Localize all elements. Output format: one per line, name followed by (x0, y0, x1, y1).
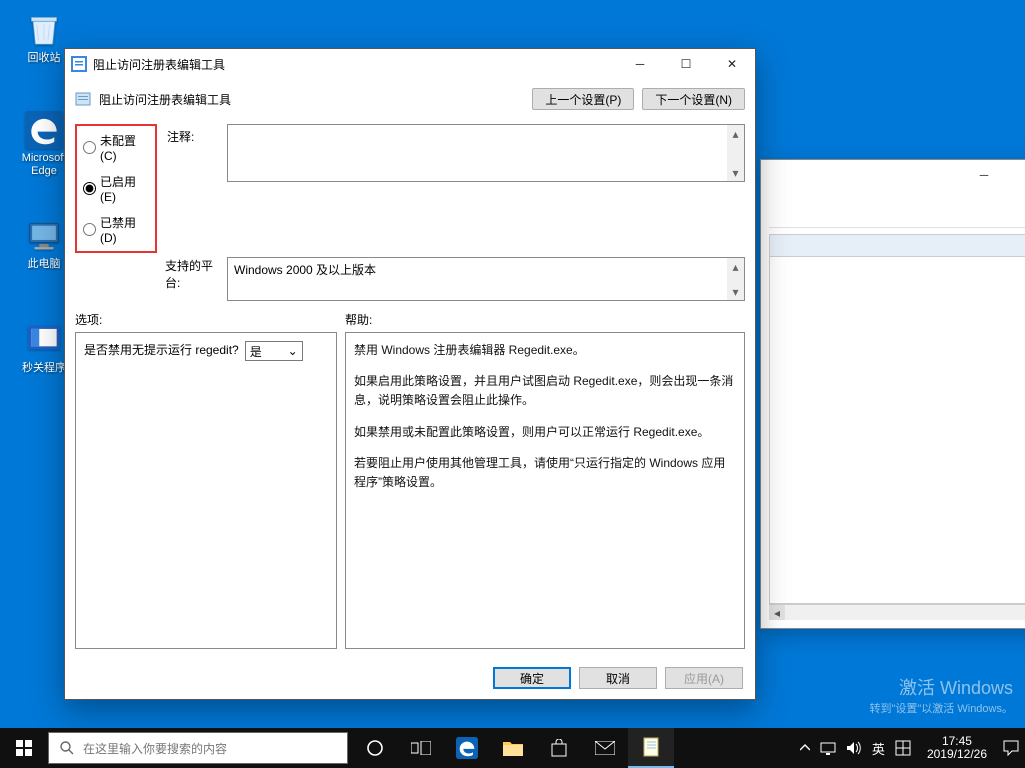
this-pc-icon (24, 216, 64, 256)
scroll-up-icon[interactable]: ▴ (727, 125, 744, 142)
tray-ime-indicator[interactable]: 英 (872, 739, 885, 758)
radio-disabled-input[interactable] (83, 223, 96, 236)
radio-label: 已禁用(D) (100, 214, 147, 245)
help-paragraph: 禁用 Windows 注册表编辑器 Regedit.exe。 (354, 341, 736, 360)
help-paragraph: 如果启用此策略设置，并且用户试图启动 Regedit.exe，则会出现一条消息，… (354, 372, 736, 410)
activation-watermark: 激活 Windows 转到"设置"以激活 Windows。 (870, 674, 1014, 716)
bg-maximize-button[interactable]: ☐ (1007, 160, 1025, 190)
tray-date: 2019/12/26 (927, 748, 987, 761)
ok-button[interactable]: 确定 (493, 667, 571, 689)
taskbar-apps (352, 728, 674, 768)
options-label: 选项: (75, 311, 345, 328)
search-placeholder: 在这里输入你要搜索的内容 (83, 740, 227, 757)
taskbar-notepad-button[interactable] (628, 728, 674, 768)
search-icon (59, 740, 75, 756)
cortana-button[interactable] (352, 728, 398, 768)
desktop-icon-label: 秒关程序 (22, 362, 66, 375)
dialog-sub-icon (75, 91, 91, 107)
desktop-icon-label: 回收站 (28, 52, 61, 65)
policy-dialog: 阻止访问注册表编辑工具 ─ ☐ ✕ 阻止访问注册表编辑工具 上一个设置(P) 下… (64, 48, 756, 700)
radio-not-configured[interactable]: 未配置(C) (83, 132, 147, 163)
dialog-button-row: 确定 取消 应用(A) (65, 657, 755, 699)
desktop-icon-label: 此电脑 (28, 258, 61, 271)
system-tray: 英 17:45 2019/12/26 (800, 728, 1025, 768)
option-select[interactable]: 是 ⌄ (245, 341, 303, 361)
option-question: 是否禁用无提示运行 regedit? (84, 341, 239, 358)
maximize-button[interactable]: ☐ (663, 49, 709, 79)
task-view-button[interactable] (398, 728, 444, 768)
option-select-value: 是 (250, 343, 262, 360)
radio-not-configured-input[interactable] (83, 141, 96, 154)
start-button[interactable] (0, 728, 48, 768)
dialog-title-icon (71, 56, 87, 72)
edge-icon (24, 110, 64, 150)
taskbar: 在这里输入你要搜索的内容 英 17:45 2019/12/26 (0, 728, 1025, 768)
chevron-down-icon: ⌄ (288, 344, 298, 358)
tray-clock[interactable]: 17:45 2019/12/26 (921, 735, 993, 761)
background-window: ─ ☐ ✕ ◂ ▸ (760, 159, 1025, 629)
bg-list-panel (769, 234, 1025, 604)
dialog-title: 阻止访问注册表编辑工具 (93, 56, 617, 73)
bg-list-header (770, 235, 1025, 257)
dialog-subtitle: 阻止访问注册表编辑工具 (99, 91, 524, 108)
platform-value: Windows 2000 及以上版本 (234, 263, 376, 277)
recycle-bin-icon (24, 10, 64, 50)
platform-textarea[interactable]: Windows 2000 及以上版本 ▴ ▾ (227, 257, 745, 301)
options-panel: 是否禁用无提示运行 regedit? 是 ⌄ (75, 332, 337, 649)
watermark-line1: 激活 Windows (870, 674, 1014, 700)
cancel-button[interactable]: 取消 (579, 667, 657, 689)
windows-icon (16, 740, 32, 756)
previous-setting-button[interactable]: 上一个设置(P) (532, 88, 634, 110)
taskbar-mail-button[interactable] (582, 728, 628, 768)
taskbar-store-button[interactable] (536, 728, 582, 768)
watermark-line2: 转到"设置"以激活 Windows。 (870, 700, 1014, 716)
scroll-up-icon[interactable]: ▴ (727, 258, 744, 275)
radio-enabled-input[interactable] (83, 182, 96, 195)
bg-horizontal-scrollbar[interactable]: ◂ ▸ (769, 604, 1025, 620)
comment-scrollbar[interactable]: ▴ ▾ (727, 125, 744, 181)
radio-label: 已启用(E) (100, 173, 147, 204)
scroll-down-icon[interactable]: ▾ (727, 283, 744, 300)
taskbar-edge-button[interactable] (444, 728, 490, 768)
comment-label: 注释: (167, 124, 217, 253)
help-label: 帮助: (345, 311, 372, 328)
radio-enabled[interactable]: 已启用(E) (83, 173, 147, 204)
tray-overflow-button[interactable] (800, 744, 810, 752)
scroll-left-icon[interactable]: ◂ (769, 605, 785, 620)
help-paragraph: 如果禁用或未配置此策略设置，则用户可以正常运行 Regedit.exe。 (354, 423, 736, 442)
dialog-titlebar: 阻止访问注册表编辑工具 ─ ☐ ✕ (65, 49, 755, 79)
shutdown-tool-icon (24, 320, 64, 360)
help-paragraph: 若要阻止用户使用其他管理工具，请使用“只运行指定的 Windows 应用程序”策… (354, 454, 736, 492)
next-setting-button[interactable]: 下一个设置(N) (642, 88, 745, 110)
bg-minimize-button[interactable]: ─ (961, 160, 1007, 190)
taskbar-search-input[interactable]: 在这里输入你要搜索的内容 (48, 732, 348, 764)
bg-toolbar (769, 198, 1025, 228)
help-panel: 禁用 Windows 注册表编辑器 Regedit.exe。 如果启用此策略设置… (345, 332, 745, 649)
tray-ime-icon[interactable] (895, 740, 911, 756)
taskbar-explorer-button[interactable] (490, 728, 536, 768)
bg-window-titlebar: ─ ☐ ✕ (761, 160, 1025, 190)
tray-volume-icon[interactable] (846, 741, 862, 755)
apply-button[interactable]: 应用(A) (665, 667, 743, 689)
dialog-subheader: 阻止访问注册表编辑工具 上一个设置(P) 下一个设置(N) (65, 79, 755, 119)
state-radio-group: 未配置(C) 已启用(E) 已禁用(D) (75, 124, 157, 253)
comment-textarea[interactable]: ▴ ▾ (227, 124, 745, 182)
scroll-down-icon[interactable]: ▾ (727, 164, 744, 181)
tray-network-icon[interactable] (820, 741, 836, 755)
platform-label: 支持的平台: (75, 257, 217, 301)
close-button[interactable]: ✕ (709, 49, 755, 79)
tray-action-center-button[interactable] (1003, 740, 1019, 756)
radio-label: 未配置(C) (100, 132, 147, 163)
minimize-button[interactable]: ─ (617, 49, 663, 79)
platform-scrollbar[interactable]: ▴ ▾ (727, 258, 744, 300)
radio-disabled[interactable]: 已禁用(D) (83, 214, 147, 245)
